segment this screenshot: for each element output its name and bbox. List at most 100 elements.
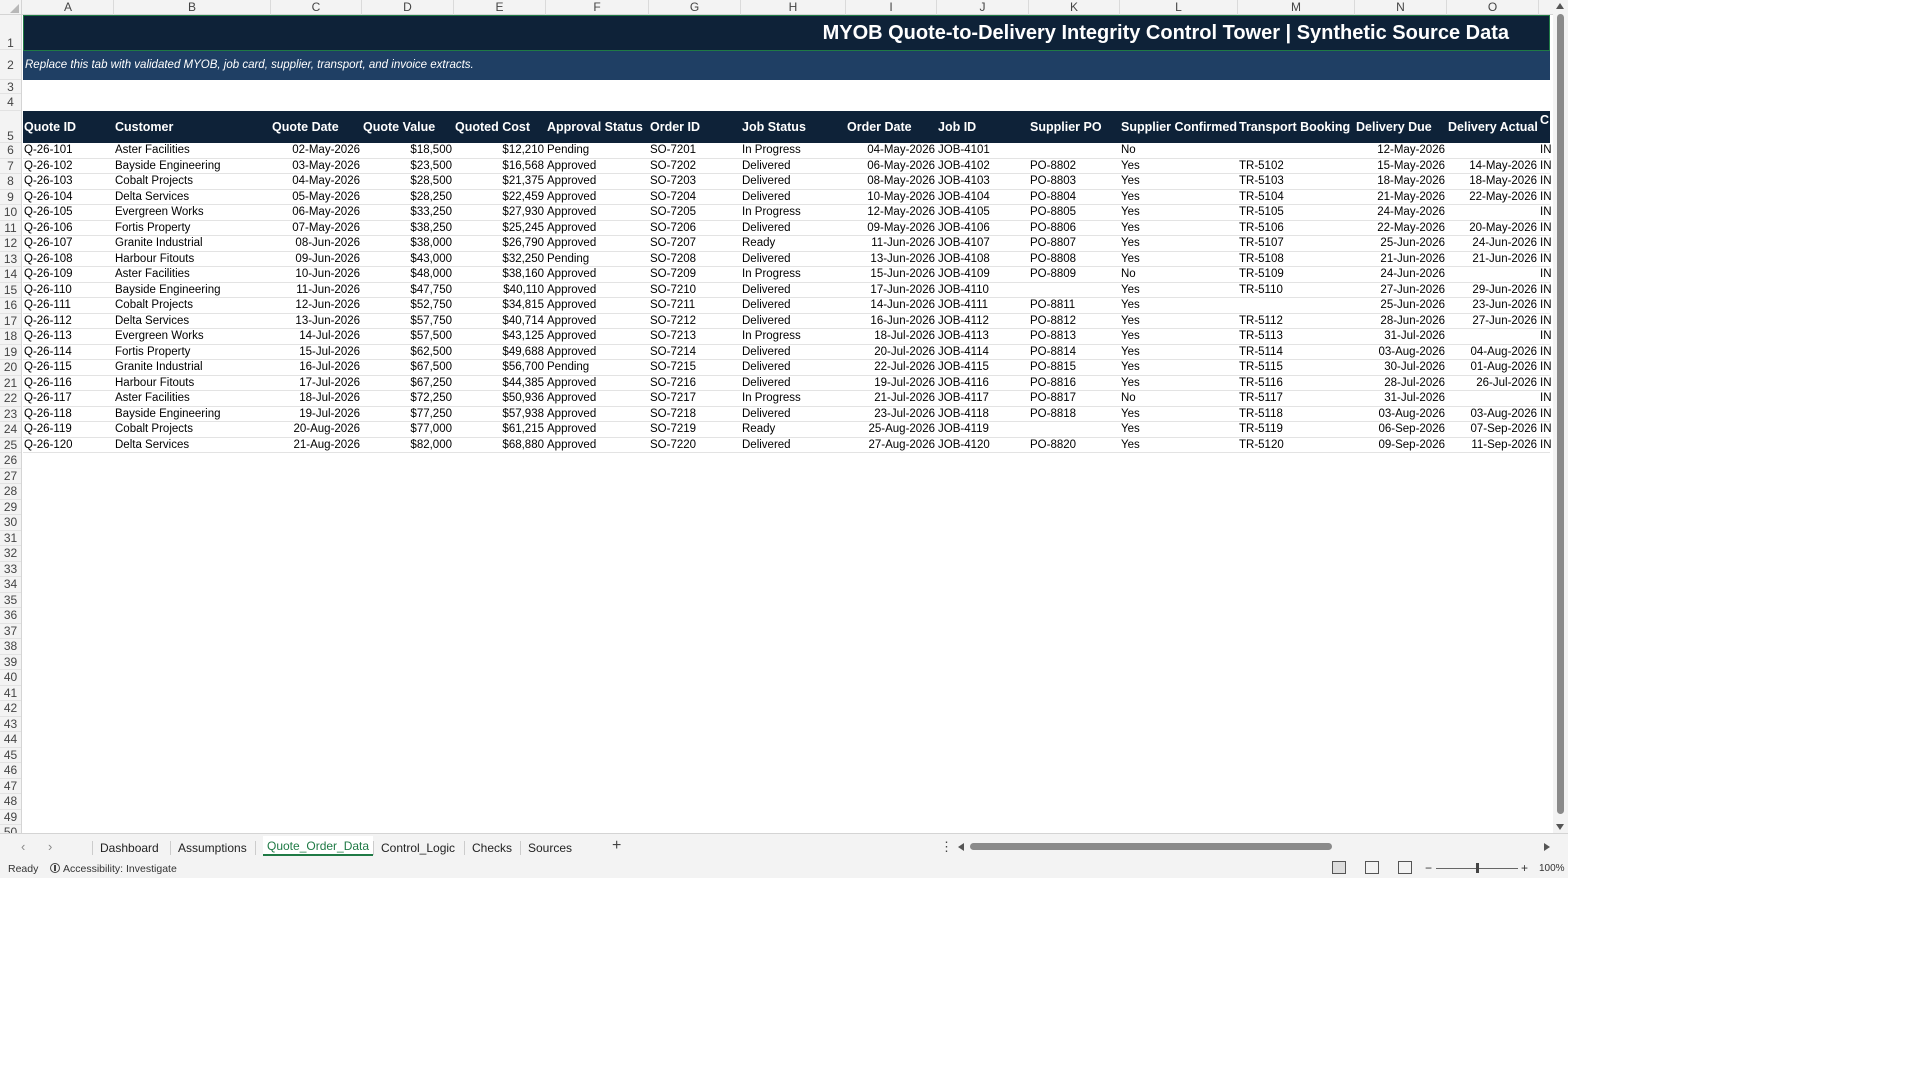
table-cell[interactable]: 27-Jun-2026: [1355, 283, 1447, 298]
table-cell[interactable]: JOB-4106: [937, 221, 1029, 236]
column-header-c[interactable]: C: [271, 0, 362, 15]
row-header-33[interactable]: 33: [0, 562, 21, 577]
horizontal-scroll-thumb[interactable]: [970, 843, 1332, 850]
table-cell[interactable]: Bayside Engineering: [114, 283, 271, 298]
table-cell[interactable]: 22-Jul-2026: [846, 360, 937, 375]
table-cell[interactable]: 28-Jun-2026: [1355, 314, 1447, 329]
column-header-b[interactable]: B: [114, 0, 271, 15]
table-cell[interactable]: SO-7201: [649, 143, 741, 158]
table-cell[interactable]: Approved: [546, 190, 649, 205]
sheet-tab-checks[interactable]: Checks: [472, 838, 512, 858]
table-cell[interactable]: [1029, 422, 1120, 437]
table-cell[interactable]: Approved: [546, 314, 649, 329]
table-cell[interactable]: 05-May-2026: [271, 190, 362, 205]
table-cell[interactable]: Delivered: [741, 407, 846, 422]
table-cell[interactable]: SO-7207: [649, 236, 741, 251]
row-header-14[interactable]: 14: [0, 267, 21, 283]
table-cell[interactable]: IN: [1539, 236, 1553, 251]
table-cell[interactable]: 18-May-2026: [1355, 174, 1447, 189]
table-cell[interactable]: Cobalt Projects: [114, 298, 271, 313]
table-cell[interactable]: SO-7217: [649, 391, 741, 406]
normal-view-button[interactable]: [1332, 861, 1346, 874]
table-cell[interactable]: IN: [1539, 143, 1553, 158]
table-cell[interactable]: 14-Jul-2026: [271, 329, 362, 344]
table-cell[interactable]: Approved: [546, 422, 649, 437]
table-cell[interactable]: TR-5106: [1238, 221, 1355, 236]
table-cell[interactable]: JOB-4101: [937, 143, 1029, 158]
table-cell[interactable]: SO-7214: [649, 345, 741, 360]
table-cell[interactable]: 14-Jun-2026: [846, 298, 937, 313]
zoom-in-button[interactable]: +: [1521, 861, 1528, 875]
table-cell[interactable]: 26-Jul-2026: [1447, 376, 1539, 391]
row-header-32[interactable]: 32: [0, 546, 21, 562]
row-header-47[interactable]: 47: [0, 779, 21, 794]
table-cell[interactable]: SO-7218: [649, 407, 741, 422]
table-cell[interactable]: $57,750: [362, 314, 454, 329]
table-cell[interactable]: Yes: [1120, 252, 1238, 267]
table-cell[interactable]: JOB-4104: [937, 190, 1029, 205]
row-header-8[interactable]: 8: [0, 174, 21, 190]
table-cell[interactable]: JOB-4115: [937, 360, 1029, 375]
table-cell[interactable]: $82,000: [362, 438, 454, 453]
sheet-body[interactable]: MYOB Quote-to-Delivery Integrity Control…: [23, 15, 1553, 833]
table-cell[interactable]: JOB-4103: [937, 174, 1029, 189]
row-header-21[interactable]: 21: [0, 376, 21, 391]
table-cell[interactable]: Delivered: [741, 345, 846, 360]
table-cell[interactable]: IN: [1539, 298, 1553, 313]
table-cell[interactable]: 09-Sep-2026: [1355, 438, 1447, 453]
table-cell[interactable]: JOB-4110: [937, 283, 1029, 298]
table-cell[interactable]: Approved: [546, 391, 649, 406]
row-header-19[interactable]: 19: [0, 345, 21, 360]
table-cell[interactable]: [1447, 143, 1539, 158]
accessibility-status[interactable]: Accessibility: Investigate: [50, 863, 177, 875]
table-cell[interactable]: PO-8813: [1029, 329, 1120, 344]
table-cell[interactable]: 12-May-2026: [846, 205, 937, 220]
table-cell[interactable]: In Progress: [741, 267, 846, 282]
table-cell[interactable]: PO-8806: [1029, 221, 1120, 236]
table-cell[interactable]: 12-May-2026: [1355, 143, 1447, 158]
table-cell[interactable]: SO-7211: [649, 298, 741, 313]
table-cell[interactable]: 07-Sep-2026: [1447, 422, 1539, 437]
zoom-level[interactable]: 100%: [1539, 863, 1565, 874]
table-cell[interactable]: Q-26-115: [23, 360, 114, 375]
vertical-scrollbar[interactable]: [1553, 0, 1568, 833]
table-cell[interactable]: 24-Jun-2026: [1355, 267, 1447, 282]
table-cell[interactable]: Delivered: [741, 190, 846, 205]
row-header-34[interactable]: 34: [0, 577, 21, 593]
scroll-left-icon[interactable]: [958, 843, 964, 851]
table-cell[interactable]: PO-8803: [1029, 174, 1120, 189]
table-cell[interactable]: $68,880: [454, 438, 546, 453]
table-cell[interactable]: JOB-4120: [937, 438, 1029, 453]
table-cell[interactable]: 22-May-2026: [1355, 221, 1447, 236]
column-header-a[interactable]: A: [23, 0, 114, 15]
table-cell[interactable]: Approved: [546, 298, 649, 313]
table-cell[interactable]: JOB-4108: [937, 252, 1029, 267]
table-cell[interactable]: TR-5118: [1238, 407, 1355, 422]
table-cell[interactable]: TR-5112: [1238, 314, 1355, 329]
table-cell[interactable]: $61,215: [454, 422, 546, 437]
row-header-45[interactable]: 45: [0, 748, 21, 763]
table-cell[interactable]: Delivered: [741, 376, 846, 391]
column-header-e[interactable]: E: [454, 0, 546, 15]
row-header-5[interactable]: 5: [0, 111, 21, 143]
table-cell[interactable]: $33,250: [362, 205, 454, 220]
table-cell[interactable]: Q-26-119: [23, 422, 114, 437]
table-cell[interactable]: Q-26-116: [23, 376, 114, 391]
table-cell[interactable]: 10-Jun-2026: [271, 267, 362, 282]
table-cell[interactable]: JOB-4114: [937, 345, 1029, 360]
table-cell[interactable]: Bayside Engineering: [114, 159, 271, 174]
table-cell[interactable]: In Progress: [741, 391, 846, 406]
table-cell[interactable]: 18-Jul-2026: [271, 391, 362, 406]
table-cell[interactable]: Fortis Property: [114, 221, 271, 236]
table-cell[interactable]: Harbour Fitouts: [114, 376, 271, 391]
table-cell[interactable]: 31-Jul-2026: [1355, 391, 1447, 406]
table-cell[interactable]: Yes: [1120, 376, 1238, 391]
select-all-button[interactable]: [0, 0, 22, 15]
column-title-13[interactable]: Delivery Due: [1355, 111, 1447, 143]
horizontal-scrollbar[interactable]: [958, 842, 1550, 852]
table-cell[interactable]: $72,250: [362, 391, 454, 406]
table-cell[interactable]: 02-May-2026: [271, 143, 362, 158]
row-header-6[interactable]: 6: [0, 143, 21, 159]
table-cell[interactable]: No: [1120, 391, 1238, 406]
table-cell[interactable]: 09-Jun-2026: [271, 252, 362, 267]
